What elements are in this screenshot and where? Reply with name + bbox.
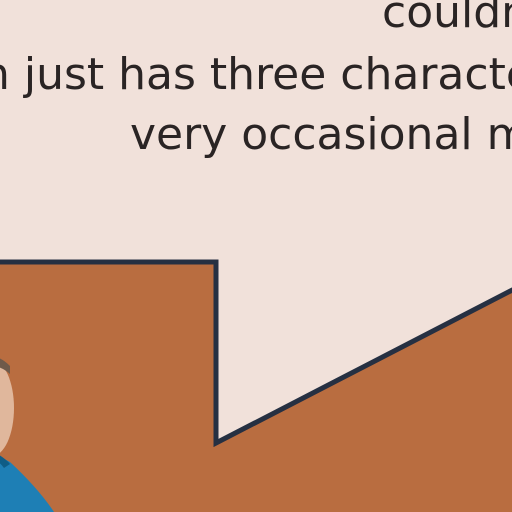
caption-line-3: very occasional mo	[130, 109, 512, 160]
caption-line-2: n just has three character	[0, 49, 512, 100]
presenter-face	[0, 363, 14, 453]
presenter-photo	[0, 358, 55, 512]
caption-text: couldn n just has three character very o…	[0, 0, 512, 170]
caption-line-1: couldn	[382, 0, 512, 38]
video-frame: couldn n just has three character very o…	[0, 0, 512, 512]
